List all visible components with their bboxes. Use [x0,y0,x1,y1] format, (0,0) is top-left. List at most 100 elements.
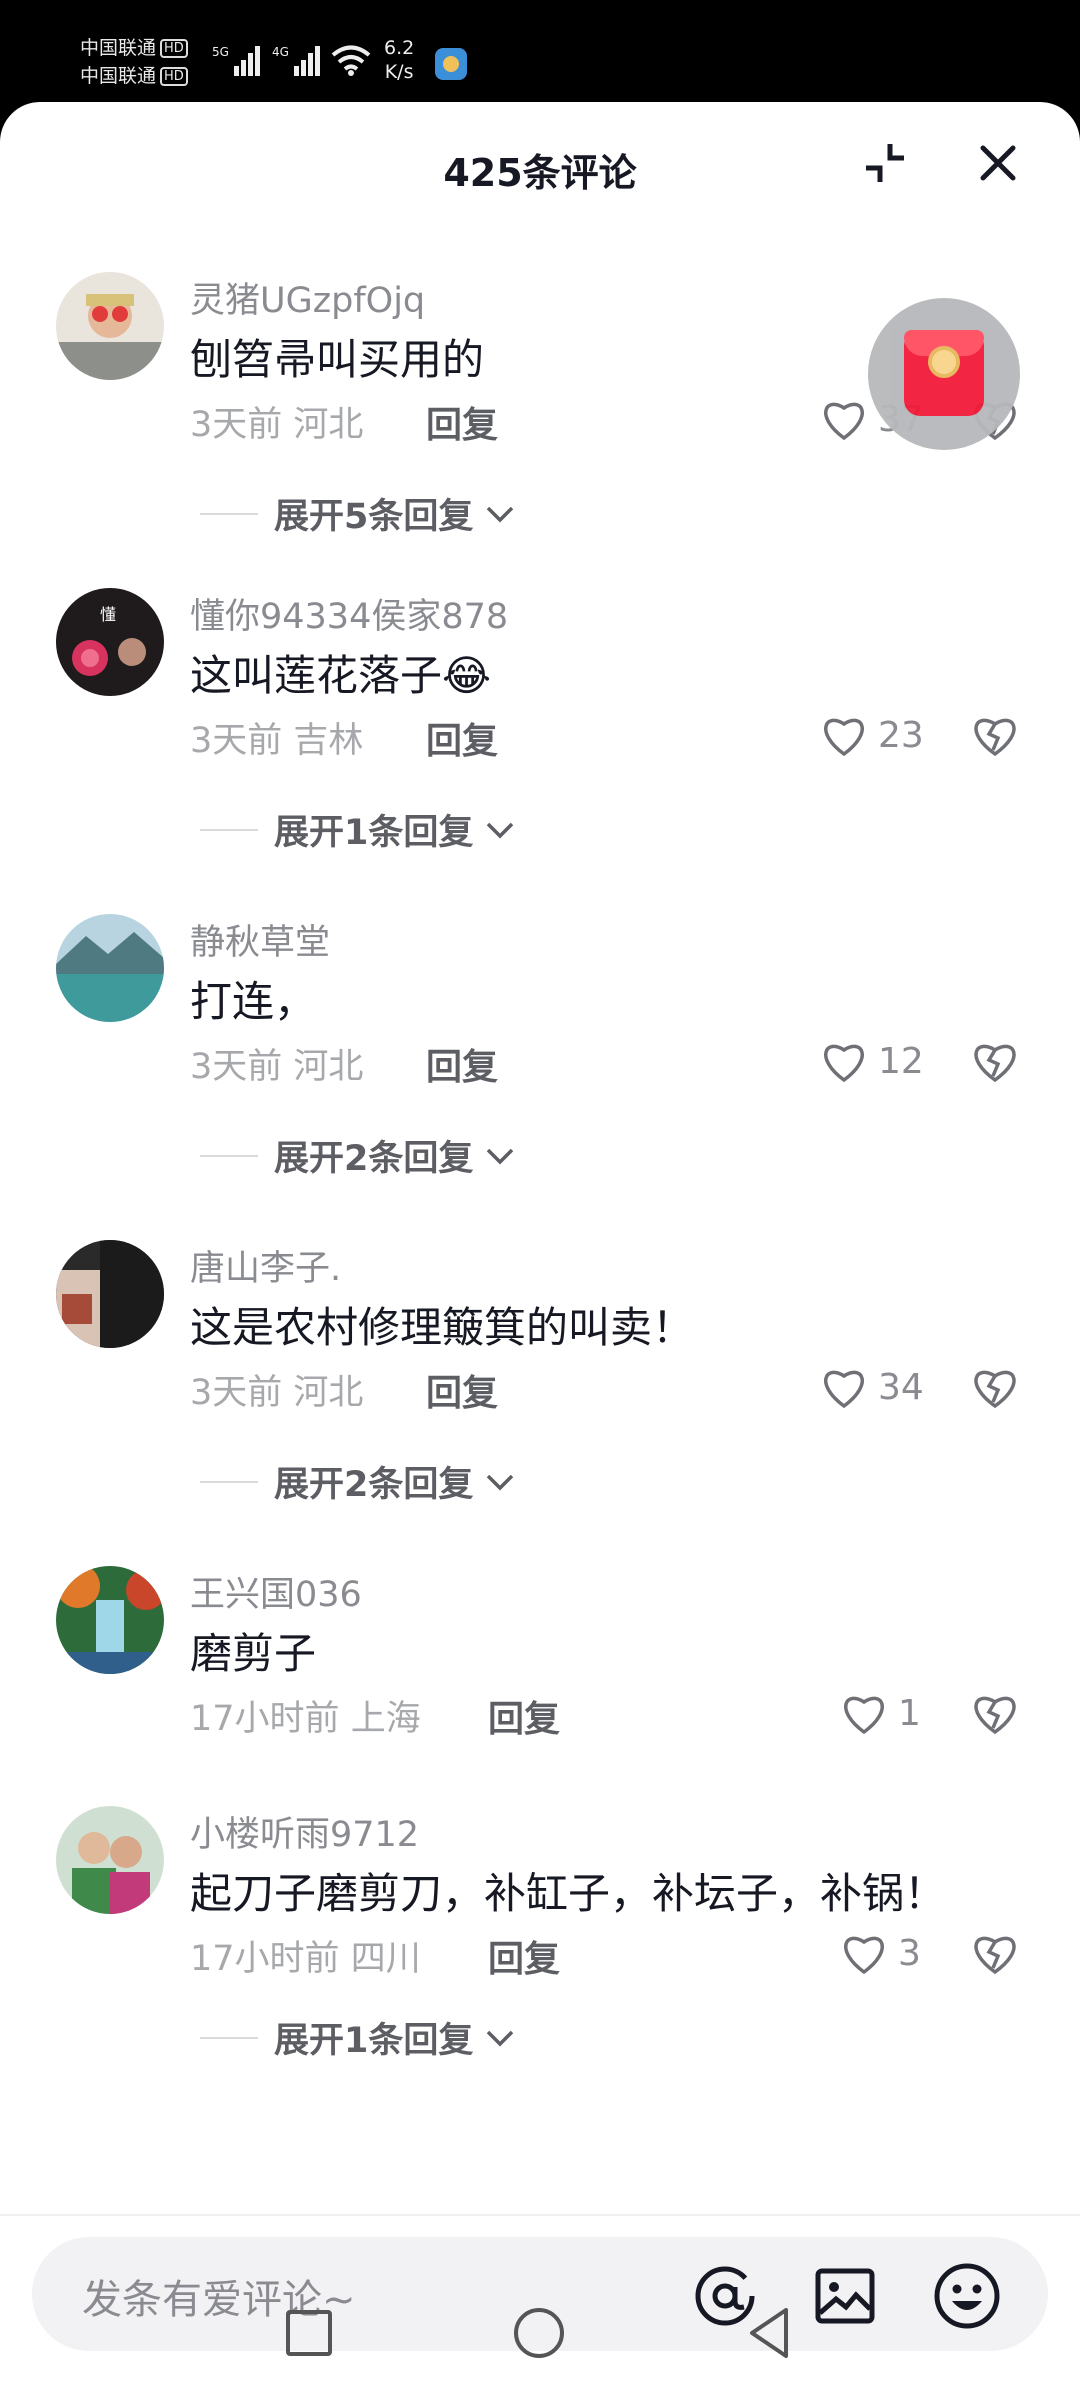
comment-meta: 3天前 河北 [190,396,363,447]
reply-button[interactable]: 回复 [488,1930,560,1982]
expand-replies-button[interactable]: 展开2条回复 [200,1456,517,1507]
svg-text:5G: 5G [212,45,229,59]
like-button[interactable]: 3 [840,1926,921,1980]
signal-5g-icon: 5G [212,45,260,76]
expand-divider [200,1480,258,1483]
reply-button[interactable]: 回复 [488,1690,560,1742]
comment-time: 3天前 [190,1047,283,1087]
expand-replies-label: 展开1条回复 [274,2021,474,2061]
carrier-info: 中国联通 HD 中国联通 HD [80,34,188,90]
comment-count-title: 425条评论 [443,151,637,195]
expand-replies-label: 展开5条回复 [274,497,474,537]
like-button[interactable]: 34 [820,1360,924,1414]
heart-outline-icon [824,1044,864,1083]
system-nav-bar [0,2260,1080,2388]
comment-time: 3天前 [190,1373,283,1413]
heart-outline-icon [844,1696,884,1735]
app-notification-icon [435,48,467,80]
red-envelope-coin [928,346,960,378]
back-icon[interactable] [744,2306,794,2360]
home-icon[interactable] [514,2308,564,2358]
comment-text: 刨笤帚叫买用的 [190,335,485,384]
reply-button[interactable]: 回复 [426,712,498,764]
like-button[interactable]: 23 [820,708,924,762]
like-count: 23 [878,714,924,756]
hd-badge: HD [160,67,188,86]
chevron-down-icon [487,1148,514,1164]
red-packet-icon[interactable] [868,298,1020,450]
broken-heart-icon[interactable] [970,1688,1020,1738]
username[interactable]: 懂你94334侯家878 [190,588,508,639]
username[interactable]: 灵猪UGzpfOjq [190,272,425,323]
comment-meta: 17小时前 上海 [190,1690,421,1741]
comment-time: 17小时前 [190,1699,340,1739]
like-button[interactable]: 12 [820,1034,924,1088]
heart-outline-icon [824,718,864,757]
svg-text:懂: 懂 [100,605,116,624]
comment-sheet: 425条评论 灵猪UGzpfOjq 刨笤帚叫买用的 3天前 河北 回复 37 展… [0,102,1080,2388]
like-count: 1 [898,1692,921,1734]
comment-location: 吉林 [293,721,364,761]
reply-button[interactable]: 回复 [426,1364,498,1416]
recent-apps-icon[interactable] [286,2310,332,2356]
username[interactable]: 静秋草堂 [190,914,330,965]
comment-time: 3天前 [190,721,283,761]
avatar[interactable] [56,1806,164,1914]
like-count: 12 [878,1040,924,1082]
avatar[interactable] [56,1566,164,1674]
comment-time: 3天前 [190,405,283,445]
comment-text: 打连， [190,977,317,1026]
avatar[interactable]: 懂 [56,588,164,696]
close-icon[interactable] [973,138,1023,188]
avatar[interactable] [56,914,164,1022]
expand-divider [200,828,258,831]
expand-replies-button[interactable]: 展开2条回复 [200,1130,517,1181]
svg-text:4G: 4G [272,45,289,59]
heart-outline-icon [824,1370,864,1409]
like-button[interactable]: 1 [840,1686,921,1740]
username[interactable]: 唐山李子. [190,1240,341,1291]
carrier-1: 中国联通 [80,37,157,59]
expand-replies-label: 展开2条回复 [274,1465,474,1505]
broken-heart-icon[interactable] [970,1036,1020,1086]
carrier-2: 中国联通 [80,65,157,87]
chevron-down-icon [487,1474,514,1490]
broken-heart-icon[interactable] [970,1362,1020,1412]
reply-button[interactable]: 回复 [426,1038,498,1090]
like-count: 34 [878,1366,924,1408]
comment-meta: 3天前 吉林 [190,712,363,763]
input-divider [0,2214,1080,2216]
status-bar: 中国联通 HD 中国联通 HD 5G 4G 6.2 K/s [0,0,1080,100]
expand-replies-button[interactable]: 展开1条回复 [200,804,517,855]
like-count: 3 [898,1932,921,1974]
comment-time: 17小时前 [190,1939,340,1979]
comment-text: 磨剪子 [190,1629,317,1678]
comment-location: 河北 [293,1047,364,1087]
net-speed: 6.2 K/s [384,36,414,84]
expand-replies-button[interactable]: 展开1条回复 [200,2012,517,2063]
chevron-down-icon [487,822,514,838]
expand-divider [200,512,258,515]
avatar[interactable] [56,272,164,380]
heart-outline-icon [844,1936,884,1975]
comment-meta: 3天前 河北 [190,1038,363,1089]
expand-replies-label: 展开2条回复 [274,1139,474,1179]
comment-text: 起刀子磨剪刀，补缸子，补坛子，补锅！ [190,1869,947,1918]
broken-heart-icon[interactable] [970,1928,1020,1978]
signal-4g-icon: 4G [272,45,320,76]
comment-location: 四川 [350,1939,421,1979]
expand-divider [200,2036,258,2039]
comment-meta: 17小时前 四川 [190,1930,421,1981]
chevron-down-icon [487,2030,514,2046]
comment-text: 这叫莲花落子😂 [190,651,492,700]
wifi-icon [331,45,371,76]
avatar[interactable] [56,1240,164,1348]
collapse-icon[interactable] [860,138,910,188]
expand-replies-button[interactable]: 展开5条回复 [200,488,517,539]
broken-heart-icon[interactable] [970,710,1020,760]
comment-location: 河北 [293,1373,364,1413]
chevron-down-icon [487,506,514,522]
username[interactable]: 小楼听雨9712 [190,1806,419,1857]
username[interactable]: 王兴国036 [190,1566,362,1617]
reply-button[interactable]: 回复 [426,396,498,448]
